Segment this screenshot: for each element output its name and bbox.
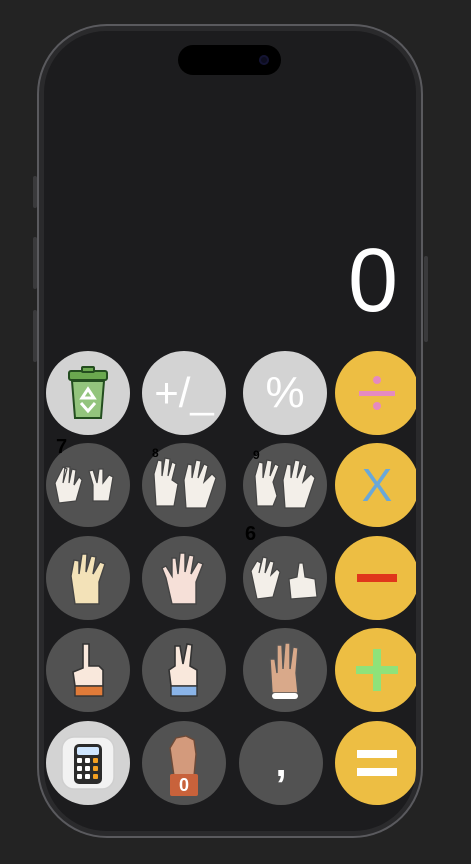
six-label: 6 <box>245 523 257 545</box>
four-button[interactable] <box>46 536 130 620</box>
power-button[interactable] <box>424 256 428 342</box>
six-button[interactable]: 6 <box>243 524 327 620</box>
comma-button[interactable]: , <box>239 721 323 805</box>
one-finger-hand-icon <box>72 643 104 697</box>
one-button[interactable] <box>46 628 130 712</box>
six-hands-icon <box>250 556 318 600</box>
calculator-button[interactable] <box>46 721 130 805</box>
minus-icon <box>357 574 397 582</box>
five-button[interactable] <box>142 536 226 620</box>
seven-label: 7 <box>56 436 68 458</box>
calculator-screen: 0 +/_ % 7 8 9 X 6 0 , <box>44 31 416 831</box>
equals-button[interactable] <box>335 721 416 805</box>
fist-zero-hand-icon: 0 <box>160 728 208 798</box>
divide-button[interactable] <box>335 351 416 435</box>
three-button[interactable] <box>243 628 327 712</box>
nine-label: 9 <box>253 448 260 462</box>
seven-hands-icon <box>54 466 114 504</box>
equals-icon <box>357 750 397 776</box>
dynamic-island <box>178 45 281 75</box>
percent-button[interactable]: % <box>243 351 327 435</box>
camera-lens <box>259 55 269 65</box>
divide-icon <box>359 376 395 410</box>
open-palm-hand-icon <box>161 552 204 605</box>
nine-hands-icon <box>254 459 316 509</box>
three-fingers-hand-icon <box>269 642 299 699</box>
clear-button[interactable] <box>46 351 130 435</box>
eight-button[interactable]: 8 <box>142 443 226 527</box>
multiply-label: X <box>361 459 393 511</box>
result-display: 0 <box>347 231 398 331</box>
two-fingers-hand-icon <box>168 643 198 697</box>
plus-button[interactable] <box>335 628 416 712</box>
eight-hands-icon <box>153 457 217 509</box>
two-button[interactable] <box>142 628 226 712</box>
seven-button[interactable]: 7 <box>46 437 130 527</box>
plus-minus-button[interactable]: +/_ <box>142 351 226 435</box>
zero-label: 0 <box>178 775 189 795</box>
recycle-bin-icon <box>68 366 108 419</box>
multiply-button[interactable]: X <box>335 443 416 527</box>
nine-button[interactable]: 9 <box>243 443 327 527</box>
zero-button[interactable]: 0 <box>142 721 226 805</box>
four-fingers-hand-icon <box>70 553 106 605</box>
minus-button[interactable] <box>335 536 416 620</box>
eight-label: 8 <box>152 446 159 460</box>
plus-icon <box>356 649 398 691</box>
calculator-icon <box>61 736 115 790</box>
